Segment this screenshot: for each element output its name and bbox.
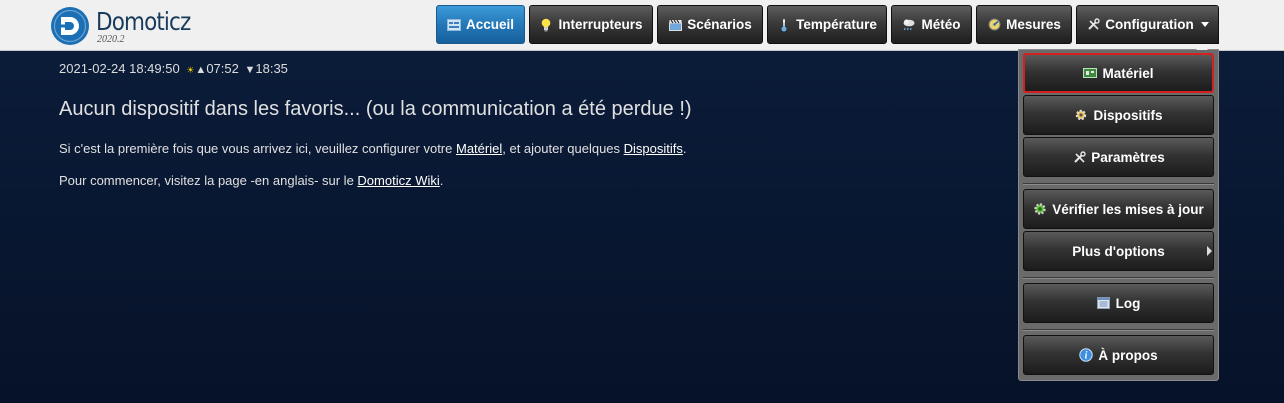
tools-icon — [1072, 150, 1086, 164]
setup-message-prefix: Si c'est la première fois que vous arriv… — [59, 141, 456, 156]
wiki-message: Pour commencer, visitez la page -en angl… — [59, 173, 959, 189]
lightbulb-icon — [539, 18, 553, 32]
menu-divider — [1023, 183, 1214, 185]
gauge-icon — [987, 18, 1001, 32]
weather-cloud-icon — [902, 18, 916, 32]
nav-interrupteurs-label: Interrupteurs — [558, 17, 643, 32]
nav-accueil-button[interactable]: Accueil — [436, 5, 525, 44]
menu-item-dispositifs-label: Dispositifs — [1093, 107, 1163, 123]
setup-message-suffix: . — [682, 141, 687, 156]
thermometer-icon — [777, 18, 791, 32]
chevron-right-icon — [1207, 246, 1212, 256]
svg-text:i: i — [1085, 351, 1088, 362]
devices-link[interactable]: Dispositifs — [624, 141, 683, 156]
menu-divider — [1023, 277, 1214, 279]
brand-name: Domoticz — [96, 7, 191, 36]
menu-item-plus-options[interactable]: Plus d'options — [1023, 231, 1214, 271]
sunset-arrow-icon: ▼ — [244, 64, 256, 76]
nav-meteo-button[interactable]: Météo — [891, 5, 972, 44]
update-gear-icon — [1033, 202, 1047, 216]
nav-scenarios-label: Scénarios — [687, 17, 752, 32]
top-navbar: Domoticz 2020.2 Accueil Interrupteurs Sc… — [0, 0, 1284, 51]
domoticz-wiki-link[interactable]: Domoticz Wiki — [357, 173, 439, 188]
chevron-down-icon — [1200, 22, 1209, 27]
brand[interactable]: Domoticz 2020.2 — [50, 5, 210, 47]
main-content: 2021-02-24 18:49:50 ☀▲07:52 ▼18:35 Aucun… — [59, 60, 959, 189]
menu-item-a-propos-label: À propos — [1098, 347, 1158, 363]
sun-icon: ☀ — [186, 65, 195, 75]
menu-item-materiel[interactable]: Matériel — [1023, 53, 1214, 93]
hardware-board-icon — [1083, 66, 1098, 80]
menu-item-dispositifs[interactable]: Dispositifs — [1023, 95, 1214, 135]
wiki-message-suffix: . — [439, 173, 444, 188]
hardware-link[interactable]: Matériel — [456, 141, 502, 156]
menu-item-materiel-label: Matériel — [1102, 65, 1154, 81]
nav-scenarios-button[interactable]: Scénarios — [657, 5, 763, 44]
no-favorites-title: Aucun dispositif dans les favoris... (ou… — [59, 98, 692, 120]
menu-item-verifier-mises-a-jour[interactable]: Vérifier les mises à jour — [1023, 189, 1214, 229]
menu-item-plus-options-label: Plus d'options — [1072, 243, 1165, 259]
sunrise-time: 07:52 — [206, 61, 239, 76]
sunset-time: 18:35 — [255, 61, 288, 76]
log-list-icon — [1097, 296, 1111, 310]
menu-item-parametres[interactable]: Paramètres — [1023, 137, 1214, 177]
nav-temperature-button[interactable]: Température — [767, 5, 887, 44]
gear-sun-icon — [1074, 108, 1088, 122]
current-datetime: 2021-02-24 18:49:50 — [59, 61, 180, 76]
setup-message: Si c'est la première fois que vous arriv… — [59, 141, 959, 157]
tools-icon — [1086, 18, 1100, 32]
menu-divider — [1023, 329, 1214, 331]
nav-configuration-label: Configuration — [1105, 17, 1194, 32]
dashboard-icon — [446, 18, 461, 32]
dropdown-notch — [1196, 44, 1208, 50]
status-clock: 2021-02-24 18:49:50 ☀▲07:52 ▼18:35 — [59, 60, 959, 78]
menu-item-a-propos[interactable]: i À propos — [1023, 335, 1214, 375]
nav-accueil-label: Accueil — [465, 17, 515, 32]
menu-item-verifier-label: Vérifier les mises à jour — [1052, 201, 1204, 217]
brand-version: 2020.2 — [97, 34, 125, 45]
clapperboard-icon — [668, 18, 682, 32]
menu-item-log-label: Log — [1115, 295, 1141, 311]
menu-item-parametres-label: Paramètres — [1091, 149, 1165, 165]
configuration-dropdown-menu: Matériel Dispositifs Paramètres Vérifier… — [1018, 44, 1219, 381]
wiki-message-prefix: Pour commencer, visitez la page -en angl… — [59, 173, 358, 188]
setup-message-middle: , et ajouter quelques — [502, 141, 624, 156]
nav-configuration-button[interactable]: Configuration — [1076, 5, 1219, 44]
nav-interrupteurs-button[interactable]: Interrupteurs — [529, 5, 653, 44]
menu-item-log[interactable]: Log — [1023, 283, 1214, 323]
info-icon: i — [1079, 348, 1094, 362]
domoticz-logo-icon — [51, 7, 89, 45]
nav-mesures-label: Mesures — [1006, 17, 1061, 32]
sunrise-arrow-icon: ▲ — [195, 64, 207, 76]
nav-meteo-label: Météo — [921, 17, 961, 32]
nav-mesures-button[interactable]: Mesures — [976, 5, 1072, 44]
nav-temperature-label: Température — [796, 17, 877, 32]
